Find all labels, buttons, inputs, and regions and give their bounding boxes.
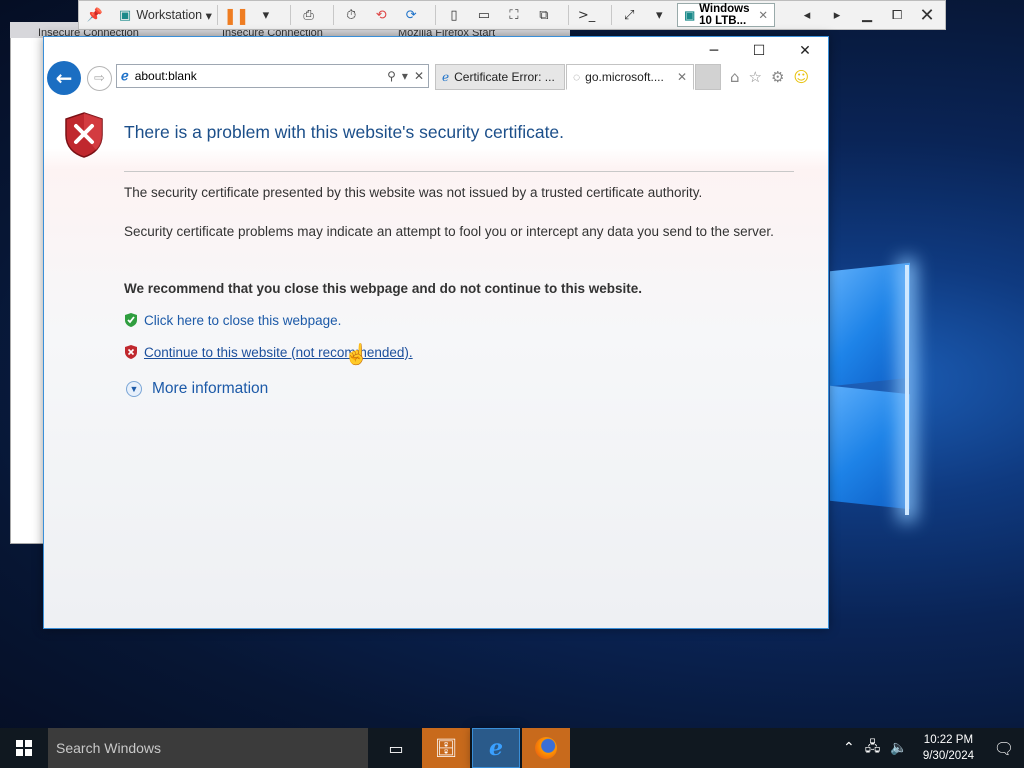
pause-icon[interactable]: ❚❚ xyxy=(223,3,249,27)
tab-certificate-error[interactable]: ℯ Certificate Error: ... xyxy=(435,64,565,90)
back-button[interactable]: ← xyxy=(47,61,81,95)
stretch-icon[interactable]: ⤢ xyxy=(617,3,641,27)
close-webpage-link[interactable]: Click here to close this webpage. xyxy=(124,312,341,328)
system-tray: ⌃ 🖧 🔈 10:22 PM 9/30/2024 🗨 xyxy=(838,728,1024,768)
library-pane-icon[interactable]: ▯ xyxy=(442,3,466,27)
minimize-button[interactable]: ─ xyxy=(704,42,724,60)
ie-page-icon: ℯ xyxy=(121,68,129,83)
vm-tab-label: Windows 10 LTB... xyxy=(699,3,750,27)
divider xyxy=(124,171,794,172)
continue-website-link[interactable]: Continue to this website (not recommende… xyxy=(124,344,413,360)
home-icon[interactable]: ⌂ xyxy=(730,68,740,86)
workstation-label: Workstation xyxy=(136,8,203,22)
taskbar-search[interactable]: Search Windows xyxy=(48,728,368,768)
taskbar-server-manager[interactable]: 🗄 xyxy=(422,728,470,768)
firefox-window[interactable] xyxy=(10,22,46,544)
favorites-star-icon[interactable]: ☆ xyxy=(749,68,762,86)
vm-tab[interactable]: ▣ Windows 10 LTB... ✕ xyxy=(677,3,776,27)
chevron-down-icon[interactable]: ▾ xyxy=(254,3,278,27)
close-icon[interactable]: ✕ xyxy=(915,3,939,27)
warning-text: Security certificate problems may indica… xyxy=(124,224,774,239)
arrow-right-icon: ⇨ xyxy=(94,71,105,86)
server-manager-icon: 🗄 xyxy=(434,737,458,759)
hand-cursor-icon: ☝ xyxy=(344,344,369,366)
snapshot-manager-icon[interactable]: ⟳ xyxy=(399,3,423,27)
volume-icon[interactable]: 🔈 xyxy=(890,740,907,756)
fullscreen-icon[interactable]: ⛶ xyxy=(502,3,526,27)
continue-website-label[interactable]: Continue to this website (not recommende… xyxy=(144,345,413,360)
restore-icon[interactable]: ⧠ xyxy=(885,3,909,27)
search-icon[interactable]: ⚲ xyxy=(387,69,396,83)
internet-explorer-icon: ℯ xyxy=(489,735,503,761)
notification-icon[interactable]: 🗨 xyxy=(984,728,1024,768)
clock-date: 9/30/2024 xyxy=(922,750,974,762)
tab-label: go.microsoft.... xyxy=(585,70,664,84)
new-tab-button[interactable] xyxy=(695,64,721,90)
ie-navbar: ← ⇨ ℯ about:blank ⚲ ▾ ✕ ℯ Certificate Er… xyxy=(44,59,828,95)
tab-go-microsoft[interactable]: ◌ go.microsoft.... ✕ xyxy=(566,64,694,90)
arrow-left-icon: ← xyxy=(55,66,73,90)
ie-page-icon: ℯ xyxy=(442,70,450,84)
vm-library-icon[interactable]: ▣ xyxy=(113,3,137,27)
unity-icon[interactable]: ⧉ xyxy=(532,3,556,27)
chevron-down-icon: ▼ xyxy=(126,381,142,397)
more-information-label: More information xyxy=(152,380,269,397)
taskbar-firefox[interactable] xyxy=(522,728,570,768)
network-icon[interactable]: 🖧 xyxy=(865,736,881,760)
taskbar-internet-explorer[interactable]: ℯ xyxy=(472,728,520,768)
address-text[interactable]: about:blank xyxy=(135,69,197,83)
vmware-toolbar: 📌 ▣ Workstation ▾ ❚❚ ▾ ⎙ ⏱ ⟲ ⟳ ▯ ▭ ⛶ ⧉ >… xyxy=(78,0,946,30)
taskbar: Search Windows ▭ 🗄 ℯ ⌃ 🖧 🔈 10:22 PM 9/30… xyxy=(0,728,1024,768)
close-button[interactable]: ✕ xyxy=(795,42,815,60)
close-tab-icon[interactable]: ✕ xyxy=(677,70,687,84)
chevron-left-icon[interactable]: ◂ xyxy=(795,3,819,27)
shield-error-icon xyxy=(65,112,103,158)
vm-icon: ▣ xyxy=(684,10,696,22)
description-text: The security certificate presented by th… xyxy=(124,185,703,200)
send-keys-icon[interactable]: ⎙ xyxy=(297,3,321,27)
snapshot-icon[interactable]: ⏱ xyxy=(339,3,363,27)
start-button[interactable] xyxy=(0,728,48,768)
feedback-smiley-icon[interactable]: ☺ xyxy=(793,68,809,86)
forward-button[interactable]: ⇨ xyxy=(87,66,112,91)
pin-icon[interactable]: 📌 xyxy=(83,3,107,27)
shield-error-icon xyxy=(125,345,137,359)
minimize-icon[interactable]: ▁ xyxy=(855,3,879,27)
console-icon[interactable]: >_ xyxy=(575,3,599,27)
revert-snapshot-icon[interactable]: ⟲ xyxy=(369,3,393,27)
chevron-down-icon[interactable]: ▾ xyxy=(402,69,408,83)
chevron-down-icon[interactable]: ▾ xyxy=(647,3,671,27)
close-webpage-label[interactable]: Click here to close this webpage. xyxy=(144,313,341,328)
shield-check-icon xyxy=(125,313,137,327)
thumbnail-bar-icon[interactable]: ▭ xyxy=(472,3,496,27)
address-bar[interactable]: ℯ about:blank ⚲ ▾ ✕ xyxy=(116,64,429,88)
maximize-button[interactable]: ☐ xyxy=(749,42,769,60)
windows-start-icon xyxy=(16,740,32,756)
chevron-right-icon[interactable]: ▸ xyxy=(825,3,849,27)
stop-icon[interactable]: ✕ xyxy=(414,69,424,83)
cert-error-page: There is a problem with this website's s… xyxy=(44,95,828,628)
more-information-toggle[interactable]: ▼ More information xyxy=(126,380,268,398)
search-placeholder: Search Windows xyxy=(56,740,162,756)
recommendation-text: We recommend that you close this webpage… xyxy=(124,281,643,296)
loading-icon: ◌ xyxy=(573,70,581,84)
workstation-menu[interactable]: Workstation ▾ xyxy=(136,3,212,27)
page-title: There is a problem with this website's s… xyxy=(124,122,565,142)
tab-label: Certificate Error: ... xyxy=(454,70,555,84)
chevron-up-icon[interactable]: ⌃ xyxy=(843,740,855,756)
clock-time: 10:22 PM xyxy=(923,734,974,746)
firefox-icon xyxy=(535,737,557,759)
clock[interactable]: 10:22 PM 9/30/2024 xyxy=(923,732,974,764)
close-icon[interactable]: ✕ xyxy=(758,8,768,22)
task-view-icon[interactable]: ▭ xyxy=(372,728,420,768)
gear-icon[interactable]: ⚙ xyxy=(771,68,784,86)
ie-window: ─ ☐ ✕ ← ⇨ ℯ about:blank ⚲ ▾ ✕ ℯ Certific… xyxy=(43,36,829,629)
windows-logo xyxy=(820,255,1024,515)
